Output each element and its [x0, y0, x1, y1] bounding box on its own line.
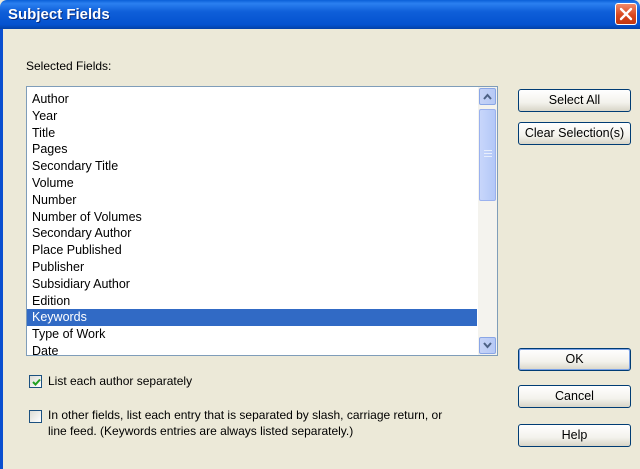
list-each-entry-label-line1: In other fields, list each entry that is…: [48, 408, 443, 422]
list-item[interactable]: Date: [27, 343, 477, 355]
checkmark-icon: [32, 378, 41, 386]
list-item[interactable]: Secondary Title: [27, 158, 477, 175]
chevron-down-icon: [483, 342, 492, 349]
close-icon: [619, 7, 633, 21]
selected-fields-label: Selected Fields:: [26, 59, 112, 73]
list-each-entry-checkbox[interactable]: [29, 410, 42, 423]
close-button[interactable]: [615, 3, 637, 25]
list-each-author-checkbox[interactable]: [29, 375, 42, 388]
window-title: Subject Fields: [8, 6, 110, 23]
list-item[interactable]: Volume: [27, 175, 477, 192]
list-item[interactable]: Edition: [27, 293, 477, 310]
chevron-up-icon: [483, 93, 492, 100]
list-item[interactable]: Number: [27, 192, 477, 209]
list-each-entry-label-line2: line feed. (Keywords entries are always …: [48, 424, 354, 438]
title-bar[interactable]: Subject Fields: [0, 0, 640, 29]
ok-button[interactable]: OK: [518, 348, 631, 371]
help-button[interactable]: Help: [518, 424, 631, 447]
list-item[interactable]: Place Published: [27, 242, 477, 259]
list-item[interactable]: Title: [27, 125, 477, 142]
list-item[interactable]: Subsidiary Author: [27, 276, 477, 293]
list-item[interactable]: Number of Volumes: [27, 209, 477, 226]
list-item[interactable]: Type of Work: [27, 326, 477, 343]
fields-list: Author Year Title Pages Secondary Title Volum…: [27, 91, 477, 355]
listbox-scrollbar[interactable]: [478, 87, 497, 355]
list-item[interactable]: Year: [27, 108, 477, 125]
scroll-down-button[interactable]: [479, 337, 496, 354]
cancel-button[interactable]: Cancel: [518, 385, 631, 408]
list-item[interactable]: Publisher: [27, 259, 477, 276]
select-all-button[interactable]: Select All: [518, 89, 631, 112]
thumb-grip: [484, 150, 492, 151]
thumb-grip: [484, 153, 492, 154]
clear-selection-button[interactable]: Clear Selection(s): [518, 122, 631, 145]
list-item[interactable]: Pages: [27, 141, 477, 158]
window-frame: [0, 29, 3, 469]
list-item[interactable]: Author: [27, 91, 477, 108]
scroll-thumb[interactable]: [479, 109, 496, 201]
list-each-author-label: List each author separately: [48, 374, 193, 388]
list-item[interactable]: Keywords: [27, 309, 477, 327]
thumb-grip: [484, 156, 492, 157]
scroll-up-button[interactable]: [479, 88, 496, 105]
list-item[interactable]: Secondary Author: [27, 225, 477, 242]
fields-listbox[interactable]: Author Year Title Pages Secondary Title Volum…: [26, 86, 498, 356]
